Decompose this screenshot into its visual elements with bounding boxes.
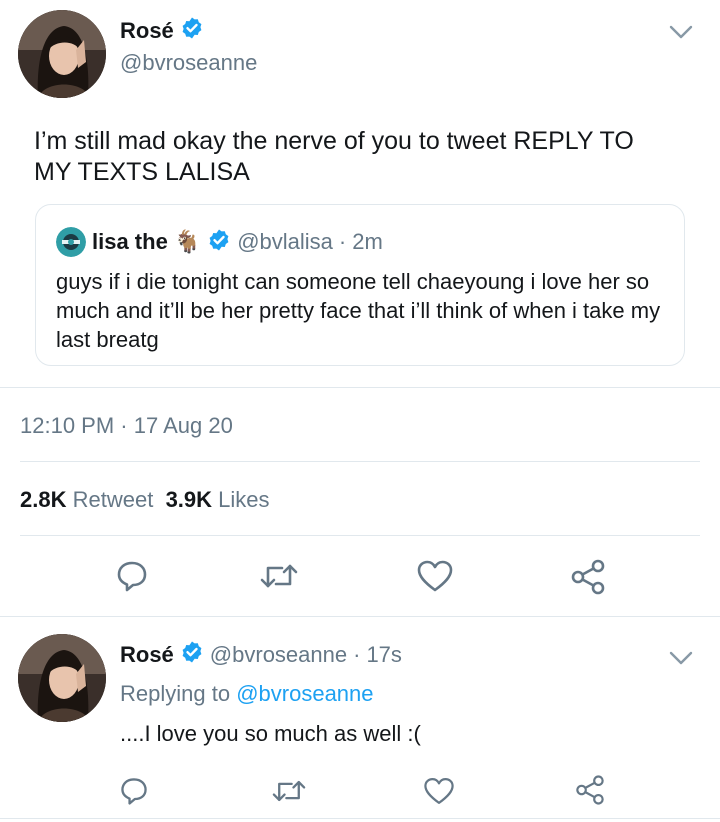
author-name[interactable]: Rosé <box>120 18 174 44</box>
quoted-time: 2m <box>352 229 383 254</box>
reply-icon[interactable] <box>114 558 150 599</box>
dot-separator: · <box>338 229 347 254</box>
quoted-tweet-card[interactable]: lisa the 🐐 @bvlalisa · 2m guys if i die … <box>35 204 685 366</box>
divider <box>0 818 720 819</box>
avatar[interactable] <box>18 10 106 98</box>
replying-to-mention[interactable]: @bvroseanne <box>236 681 373 706</box>
retweet-icon[interactable] <box>258 558 300 599</box>
tweet-timestamp[interactable]: 12:10 PM · 17 Aug 20 <box>20 413 233 439</box>
likes-count[interactable]: 3.9K <box>166 487 212 512</box>
likes-label[interactable]: Likes <box>218 487 269 512</box>
verified-badge-icon <box>207 228 231 257</box>
dot-separator: · <box>353 641 361 667</box>
retweets-count[interactable]: 2.8K <box>20 487 66 512</box>
quoted-author-handle: @bvlalisa <box>237 229 333 254</box>
share-icon[interactable] <box>574 774 606 811</box>
tweet-text: I’m still mad okay the nerve of you to t… <box>34 127 634 186</box>
divider <box>0 387 720 388</box>
reply-icon[interactable] <box>118 775 150 812</box>
divider <box>20 461 700 462</box>
retweets-label[interactable]: Retweet <box>73 487 154 512</box>
divider <box>20 535 700 536</box>
quoted-author-name: lisa the <box>92 229 168 254</box>
quoted-avatar <box>56 227 86 257</box>
avatar[interactable] <box>18 634 106 722</box>
share-icon[interactable] <box>569 558 607 601</box>
chevron-down-icon[interactable] <box>668 22 694 47</box>
divider <box>0 616 720 617</box>
author-name[interactable]: Rosé <box>120 642 174 668</box>
engagement-stats: 2.8K Retweet 3.9K Likes <box>20 487 270 513</box>
like-icon[interactable] <box>415 558 455 599</box>
verified-badge-icon <box>180 16 204 46</box>
tweet-text: ....I love you so much as well :( <box>120 721 421 746</box>
replying-to-label: Replying to <box>120 681 231 706</box>
tweet-time: 17s <box>366 641 402 667</box>
verified-badge-icon <box>180 640 204 669</box>
replying-to: Replying to @bvroseanne <box>120 681 374 707</box>
retweet-icon[interactable] <box>270 775 308 812</box>
like-icon[interactable] <box>422 775 456 812</box>
author-handle[interactable]: @bvroseanne <box>210 642 347 668</box>
author-handle[interactable]: @bvroseanne <box>120 50 257 76</box>
quoted-tweet-text: guys if i die tonight can someone tell c… <box>56 269 661 352</box>
chevron-down-icon[interactable] <box>668 648 694 673</box>
goat-emoji: 🐐 <box>173 229 202 254</box>
